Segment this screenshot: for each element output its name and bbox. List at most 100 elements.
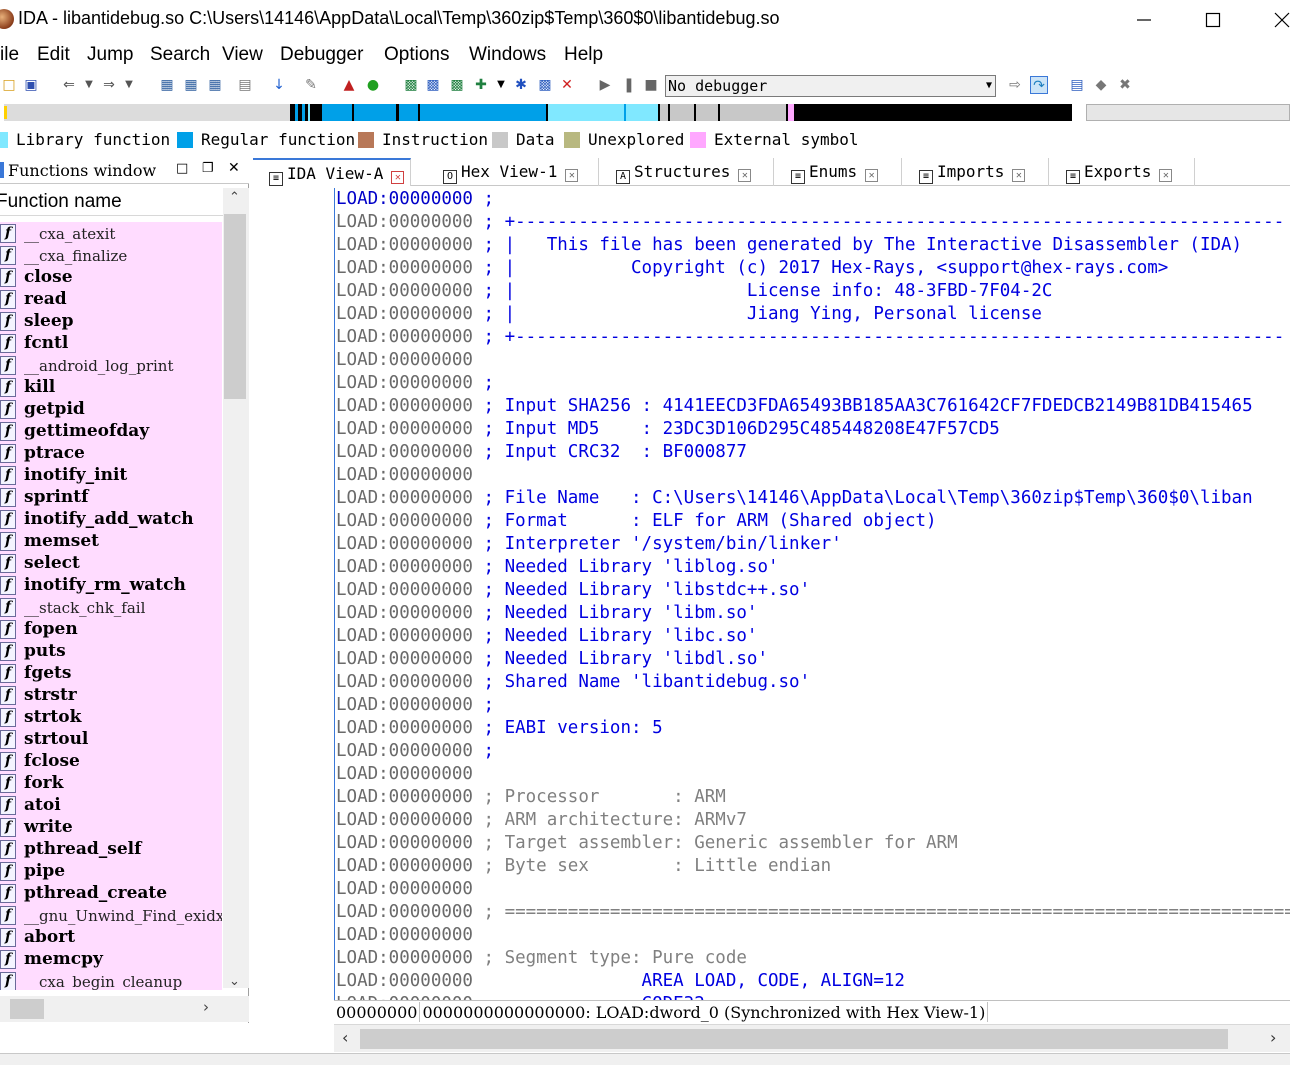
tab-imports[interactable]: ≡ Imports ✕ [903,158,1049,186]
disassembly-line[interactable]: LOAD:00000000 ; | This file has been gen… [336,234,1242,257]
function-row[interactable]: f fork [0,772,222,794]
disassembly-line[interactable]: LOAD:00000000 [336,763,473,786]
disassembly-line[interactable]: LOAD:00000000 ; Segment type: Pure code [336,947,747,970]
print-icon[interactable]: ▤ [236,76,254,94]
function-row[interactable]: f pthread_self [0,838,222,860]
float-window-icon[interactable]: □ [176,161,188,176]
script-icon[interactable]: ✎ [302,76,320,94]
make-code-icon[interactable]: ▩ [402,76,420,94]
graph-icon[interactable]: ▲ [340,76,358,94]
chevron-left-icon[interactable]: ‹ [342,1028,348,1047]
tab-ida-view-a[interactable]: ≡ IDA View-A ✕ [253,158,411,186]
step-over-icon[interactable]: ↷ [1030,76,1048,94]
function-row[interactable]: f fopen [0,618,222,640]
disassembly-line[interactable]: LOAD:00000000 ; Needed Library 'libstdc+… [336,579,810,602]
disassembly-line[interactable]: LOAD:00000000 ; Needed Library 'libm.so' [336,602,757,625]
jump-down-arrow-icon[interactable]: ↓ [270,76,288,94]
functions-vertical-scrollbar[interactable]: ⌃ ⌄ [223,188,249,989]
function-row[interactable]: f sleep [0,310,222,332]
disassembly-line[interactable]: LOAD:00000000 ; Processor : ARM [336,786,726,809]
function-row[interactable]: f __android_log_print [0,354,222,376]
disassembly-line[interactable]: LOAD:00000000 ; File Name : C:\Users\141… [336,487,1253,510]
disassembly-line[interactable]: LOAD:00000000 ; Interpreter '/system/bin… [336,533,842,556]
close-icon[interactable]: ✕ [228,160,240,176]
chevron-down-icon[interactable]: ⌄ [229,974,240,989]
disassembly-line[interactable]: LOAD:00000000 ; Needed Library 'libc.so' [336,625,757,648]
debugger-select[interactable]: No debugger ▼ [665,75,996,97]
navigation-band[interactable] [4,104,1072,121]
function-row[interactable]: f __cxa_finalize [0,244,222,266]
close-icon[interactable]: ✕ [1159,169,1173,182]
forward-dropdown-icon[interactable]: ▼ [120,76,138,94]
disassembly-line[interactable]: LOAD:00000000 ; Input SHA256 : 4141EECD3… [336,395,1253,418]
array-dropdown-icon[interactable]: ▼ [492,76,510,94]
disassembly-line[interactable]: LOAD:00000000 ; Input CRC32 : BF000877 [336,441,747,464]
disassembly-line[interactable]: LOAD:00000000 ; Target assembler: Generi… [336,832,958,855]
disassembly-line[interactable]: LOAD:00000000 ; [336,188,494,211]
search-binary-icon[interactable]: ▦ [206,76,224,94]
function-row[interactable]: f ptrace [0,442,222,464]
disassembly-line[interactable]: LOAD:00000000 ; Byte sex : Little endian [336,855,831,878]
function-row[interactable]: f fcntl [0,332,222,354]
breakpoint-list-icon[interactable]: ▤ [1068,76,1086,94]
menu-debugger[interactable]: Debugger [280,44,363,66]
menu-options[interactable]: Options [384,44,449,66]
disassembly-line[interactable]: LOAD:00000000 [336,878,473,901]
function-row[interactable]: f getpid [0,398,222,420]
close-icon[interactable]: ✕ [565,169,579,182]
function-row[interactable]: f memset [0,530,222,552]
function-row[interactable]: f abort [0,926,222,948]
function-row[interactable]: f pipe [0,860,222,882]
function-row[interactable]: f strtoul [0,728,222,750]
menu-view[interactable]: View [222,44,263,66]
disassembly-line[interactable]: LOAD:00000000 ; | Jiang Ying, Personal l… [336,303,1042,326]
disassembly-listing[interactable]: LOAD:00000000 ; LOAD:00000000 ; +--------… [334,188,1290,1000]
tab-exports[interactable]: ≡ Exports ✕ [1050,158,1195,186]
disassembly-line[interactable]: LOAD:00000000 ; Shared Name 'libantidebu… [336,671,810,694]
tab-enums[interactable]: ≡ Enums ✕ [775,158,902,186]
disassembly-line[interactable]: LOAD:00000000 ; Format : ELF for ARM (Sh… [336,510,937,533]
function-row[interactable]: f inotify_init [0,464,222,486]
disassembly-line[interactable]: LOAD:00000000 ; EABI version: 5 [336,717,663,740]
function-name-column-header[interactable]: Function name [0,188,249,216]
disassembly-line[interactable]: LOAD:00000000 [336,349,473,372]
chevron-right-icon[interactable]: › [1270,1028,1276,1047]
maximize-button[interactable] [1199,6,1227,34]
pause-icon[interactable]: ❚ [620,76,638,94]
forward-arrow-icon[interactable]: ⇒ [100,76,118,94]
close-window-button[interactable] [1268,6,1290,34]
add-breakpoint-icon[interactable]: ◆ [1092,76,1110,94]
menu-file[interactable]: ile [0,44,19,66]
function-row[interactable]: f strstr [0,684,222,706]
make-data-icon[interactable]: ▩ [424,76,442,94]
restore-window-icon[interactable]: ❐ [202,161,214,176]
function-icon[interactable]: ▩ [536,76,554,94]
function-row[interactable]: f read [0,288,222,310]
functions-horizontal-scrollbar[interactable]: › [0,996,249,1022]
function-row[interactable]: f inotify_rm_watch [0,574,222,596]
disassembly-line[interactable]: LOAD:00000000 ; | Copyright (c) 2017 Hex… [336,257,1168,280]
close-icon[interactable]: ✕ [865,169,879,182]
menu-edit[interactable]: Edit [37,44,70,66]
function-row[interactable]: f gettimeofday [0,420,222,442]
function-row[interactable]: f fclose [0,750,222,772]
functions-scroll-thumb[interactable] [224,214,246,399]
function-row[interactable]: f strtok [0,706,222,728]
function-row[interactable]: f inotify_add_watch [0,508,222,530]
disassembly-line[interactable]: LOAD:00000000 [336,924,473,947]
step-into-icon[interactable]: ⇨ [1006,76,1024,94]
menu-jump[interactable]: Jump [87,44,133,66]
functions-hscroll-thumb[interactable] [10,999,44,1019]
chevron-up-icon[interactable]: ⌃ [229,190,240,205]
disassembly-line[interactable]: LOAD:00000000 ; | License info: 48-3FBD-… [336,280,1052,303]
function-row[interactable]: f atoi [0,794,222,816]
save-icon[interactable]: ▣ [22,76,40,94]
disassembly-line[interactable]: LOAD:00000000 [336,464,473,487]
disassembly-line[interactable]: LOAD:00000000 ; [336,372,494,395]
green-circle-icon[interactable]: ● [364,76,382,94]
disassembly-line[interactable]: LOAD:00000000 ; ARM architecture: ARMv7 [336,809,747,832]
disassembly-line[interactable]: LOAD:00000000 ; ========================… [336,901,1290,924]
back-arrow-icon[interactable]: ⇐ [60,76,78,94]
menu-help[interactable]: Help [564,44,603,66]
disassembly-scroll-thumb[interactable] [360,1029,1228,1049]
